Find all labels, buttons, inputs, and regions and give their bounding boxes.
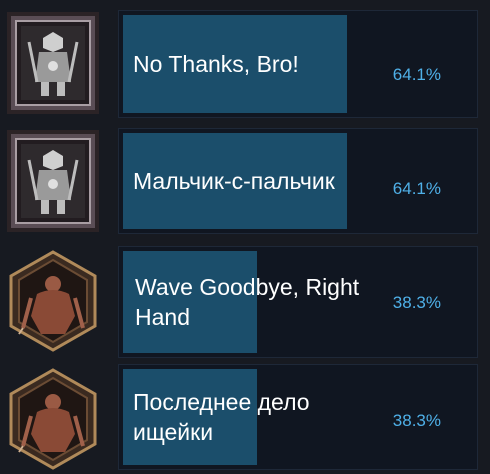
achievement-name: No Thanks, Bro! <box>133 51 299 77</box>
achievement-name: Последнее дело ищейки <box>133 389 310 445</box>
achievement-card: Мальчик-с-пальчик 64.1% <box>118 128 478 234</box>
achievement-percent: 38.3% <box>392 293 441 312</box>
achievement-name: Мальчик-с-пальчик <box>133 168 335 194</box>
achievement-card: No Thanks, Bro! 64.1% <box>118 10 478 118</box>
achievement-card: Wave Goodbye, Right Hand 38.3% <box>118 246 478 358</box>
armored-knight-icon <box>7 130 99 232</box>
achievement-card: Последнее дело ищейки 38.3% <box>118 364 478 470</box>
achievement-percent: 64.1% <box>392 65 441 84</box>
achievement-percent: 64.1% <box>392 179 441 198</box>
flayed-giant-icon <box>7 250 99 352</box>
achievement-percent: 38.3% <box>392 411 441 430</box>
achievement-name: Wave Goodbye, Right Hand <box>135 274 360 330</box>
flayed-giant-icon <box>7 368 99 470</box>
armored-knight-icon <box>7 12 99 114</box>
